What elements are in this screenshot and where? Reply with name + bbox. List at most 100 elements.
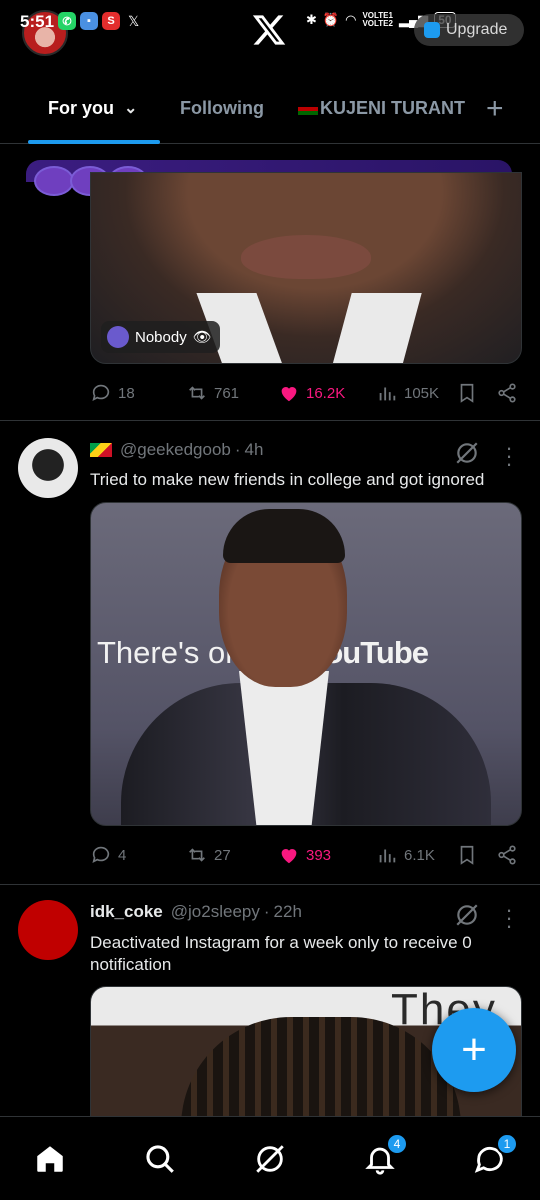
more-options-icon[interactable]: · · ·: [504, 437, 514, 475]
views-icon: [379, 849, 396, 863]
grok-icon[interactable]: [454, 440, 480, 466]
tab-for-you-label: For you: [48, 98, 114, 118]
alarm-icon: ⏰: [322, 12, 340, 27]
status-time: 5:51: [20, 12, 55, 31]
tab-following[interactable]: Following: [180, 98, 264, 119]
avatar[interactable]: [18, 438, 78, 498]
reply-count: 18: [118, 384, 135, 402]
whatsapp-icon: ✆: [58, 12, 76, 30]
notifications-badge: 4: [386, 1133, 408, 1155]
share-button[interactable]: [496, 382, 518, 404]
spaces-avatar: [34, 166, 74, 196]
volte-label: VOLTE1 VOLTE2: [362, 11, 393, 28]
views-button[interactable]: 105K: [376, 382, 439, 404]
grok-icon: [256, 1145, 284, 1173]
views-count: 6.1K: [404, 846, 435, 864]
tweet-actions: 18 761 16.2K 105K: [90, 378, 522, 408]
compose-post-button[interactable]: +: [432, 1008, 516, 1092]
like-count: 393: [306, 846, 332, 864]
views-button[interactable]: 6.1K: [376, 844, 435, 866]
image-detail: [241, 235, 371, 279]
tweet-handle[interactable]: @jo2sleepy: [171, 902, 260, 922]
x-logo-icon[interactable]: [250, 12, 288, 48]
bookmark-icon: [460, 845, 474, 865]
reply-icon: [92, 384, 110, 401]
kenya-flag-icon: [298, 102, 318, 115]
guyana-flag-icon: [90, 443, 112, 457]
tweet-header: idk_coke @jo2sleepy · 22h: [90, 902, 302, 922]
tab-kujeni-turant[interactable]: KUJENI TURANT: [298, 98, 465, 119]
image-detail: [223, 509, 345, 563]
heart-filled-icon: [281, 849, 297, 864]
heart-filled-icon: [281, 387, 297, 402]
reply-button[interactable]: 4: [90, 844, 126, 866]
home-icon: [37, 1146, 63, 1172]
tag-avatar: [107, 326, 129, 348]
like-button[interactable]: 16.2K: [278, 382, 345, 404]
retweet-button[interactable]: 761: [186, 382, 239, 404]
tweet-display-name[interactable]: idk_coke: [90, 902, 163, 922]
retweet-button[interactable]: 27: [186, 844, 231, 866]
bookmark-icon: [460, 383, 474, 403]
retweet-count: 761: [214, 384, 240, 402]
views-count: 105K: [404, 384, 440, 402]
nav-home[interactable]: [30, 1139, 70, 1179]
nav-grok[interactable]: [250, 1139, 290, 1179]
more-options-icon[interactable]: · · ·: [504, 899, 514, 937]
tweet-header: @geekedgoob · 4h: [90, 440, 263, 460]
separator-dot: ·: [234, 440, 241, 459]
tweet-divider: [0, 420, 540, 421]
tweet-media-image[interactable]: There's onl YouTube: [90, 502, 522, 826]
media-tag-label: Nobody: [135, 328, 187, 346]
retweet-icon: [189, 386, 205, 400]
eye-icon: 👁: [192, 329, 212, 346]
tweet-actions: 4 27 393 6.1K: [90, 840, 522, 870]
tweet-time: 22h: [273, 902, 302, 921]
premium-icon: [424, 22, 440, 38]
reply-button[interactable]: 18: [90, 382, 135, 404]
wifi-icon: ◠: [345, 12, 357, 27]
plus-icon: +: [461, 1025, 487, 1074]
x-notification-icon: 𝕏: [128, 12, 140, 29]
media-tag-chip[interactable]: Nobody 👁: [101, 321, 220, 353]
tweet-time: 4h: [244, 440, 264, 459]
image-detail: [330, 293, 422, 363]
bottom-navigation: 4 1: [0, 1116, 540, 1200]
chevron-down-icon: ⌄: [124, 100, 138, 117]
status-bar: 5:51 ✆ ▪ S 𝕏 ✱ ⏰ ◠ VOLTE1VOLTE2 ▂▄▆ 50 U…: [0, 0, 540, 60]
active-tab-indicator: [28, 140, 160, 144]
upgrade-button[interactable]: Upgrade: [414, 14, 524, 46]
bookmark-button[interactable]: [456, 382, 478, 404]
nav-search[interactable]: [140, 1139, 180, 1179]
reply-count: 4: [118, 846, 127, 864]
avatar[interactable]: [18, 900, 78, 960]
nav-messages[interactable]: 1: [470, 1133, 518, 1179]
tweet-handle[interactable]: @geekedgoob: [120, 440, 231, 460]
share-button[interactable]: [496, 844, 518, 866]
tab-for-you[interactable]: For you ⌄: [48, 98, 137, 119]
bookmark-button[interactable]: [456, 844, 478, 866]
retweet-icon: [189, 848, 205, 862]
search-icon: [146, 1145, 174, 1173]
tweet-text: Deactivated Instagram for a week only to…: [90, 933, 472, 974]
tweet-media-image[interactable]: Nobody 👁: [90, 172, 522, 364]
tab-kujeni-label: KUJENI TURANT: [320, 98, 466, 118]
timeline-tabs: For you ⌄ Following KUJENI TURANT +: [0, 82, 540, 144]
reply-icon: [92, 846, 110, 863]
tweet-divider: [0, 884, 540, 885]
nav-notifications[interactable]: 4: [360, 1133, 408, 1179]
like-count: 16.2K: [306, 384, 346, 402]
notification-icons: ✆ ▪ S 𝕏: [58, 12, 139, 30]
message-icon: ▪: [80, 12, 98, 30]
messages-badge: 1: [496, 1133, 518, 1155]
tweet-text: Tried to make new friends in college and…: [90, 470, 485, 489]
like-button[interactable]: 393: [278, 844, 331, 866]
share-icon: [498, 383, 516, 403]
bluetooth-icon: ✱: [306, 12, 317, 27]
views-icon: [379, 387, 396, 401]
add-tab-icon[interactable]: +: [486, 92, 504, 126]
grok-icon[interactable]: [454, 902, 480, 928]
upgrade-label: Upgrade: [446, 21, 508, 38]
app-s-icon: S: [102, 12, 120, 30]
share-icon: [498, 845, 516, 865]
